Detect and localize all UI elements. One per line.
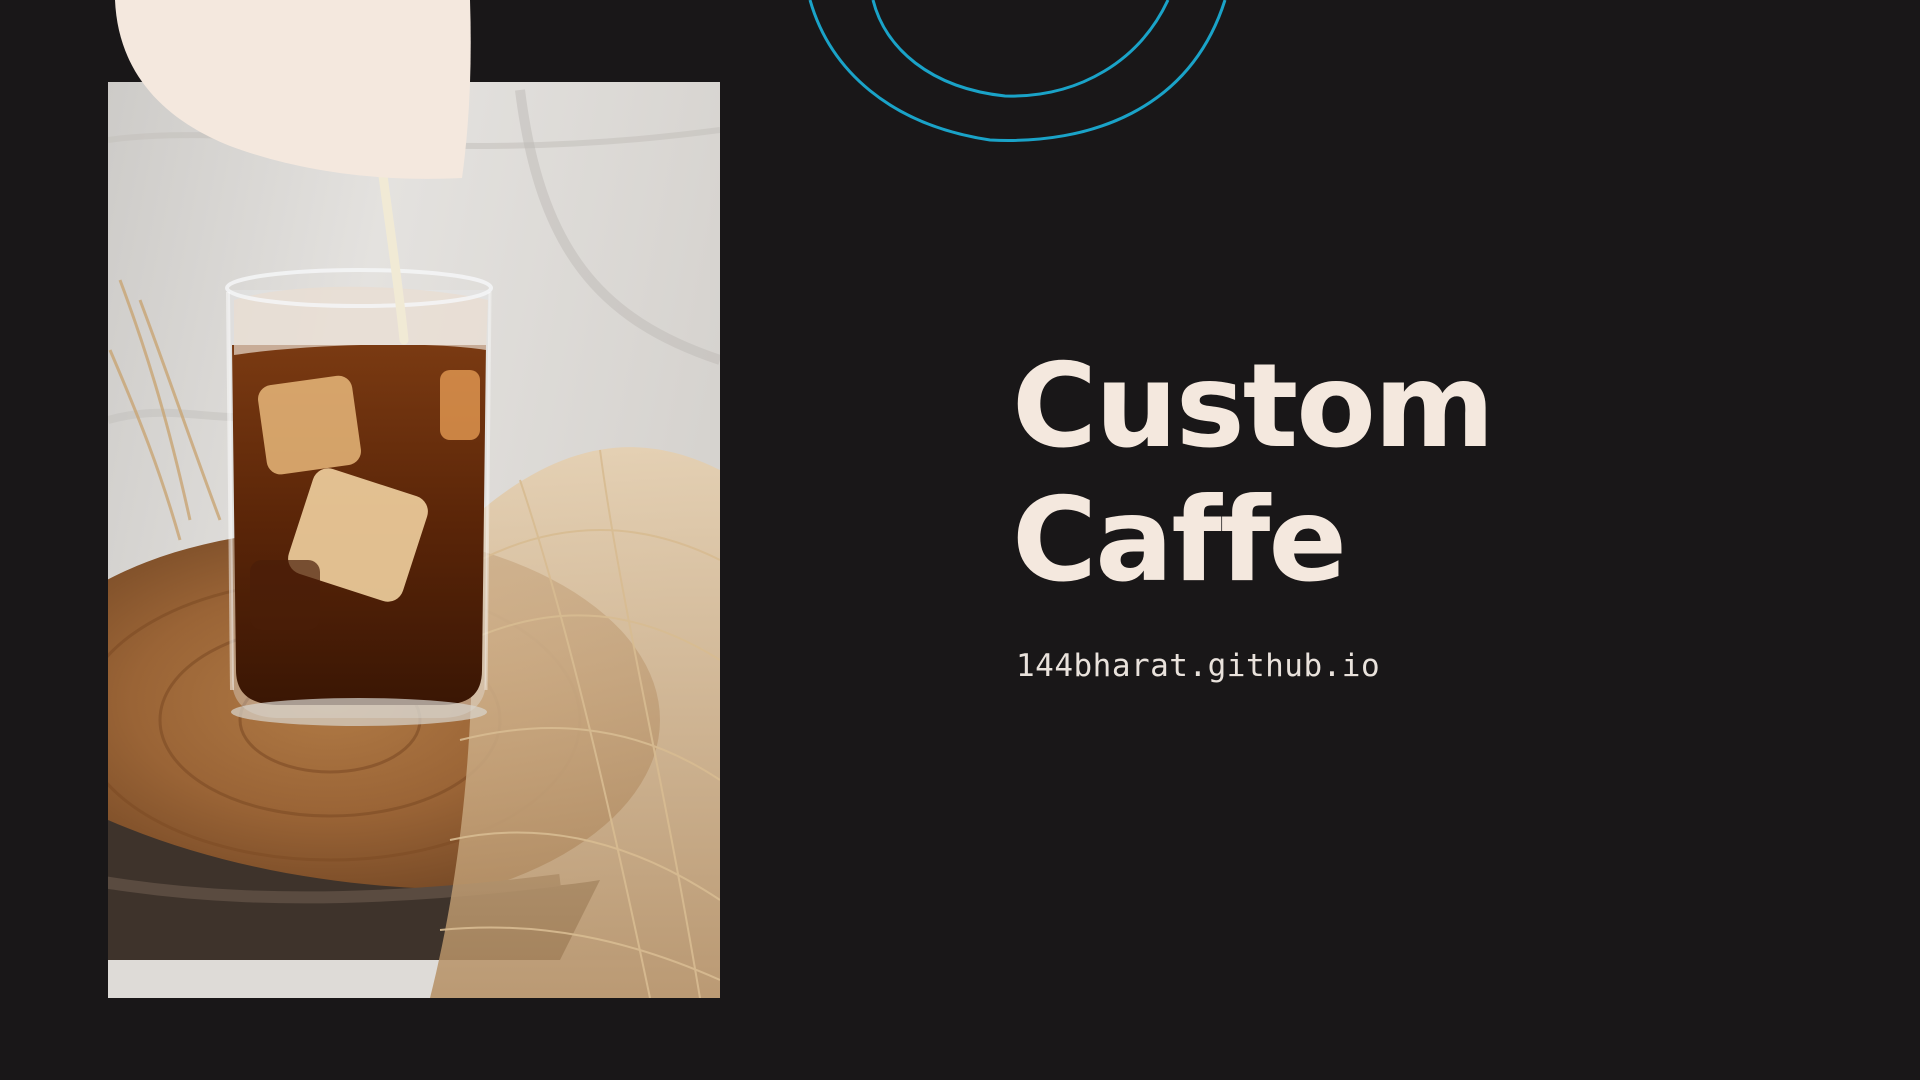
site-url-link[interactable]: 144bharat.github.io (1016, 648, 1380, 684)
title-line-2: Caffe (1012, 473, 1347, 608)
hero-scene (108, 0, 1227, 998)
iced-coffee-photo (108, 82, 720, 998)
title-line-1: Custom (1012, 339, 1495, 474)
blue-swirl-lines (808, 0, 1227, 142)
page-title: Custom Caffe (1012, 339, 1495, 608)
